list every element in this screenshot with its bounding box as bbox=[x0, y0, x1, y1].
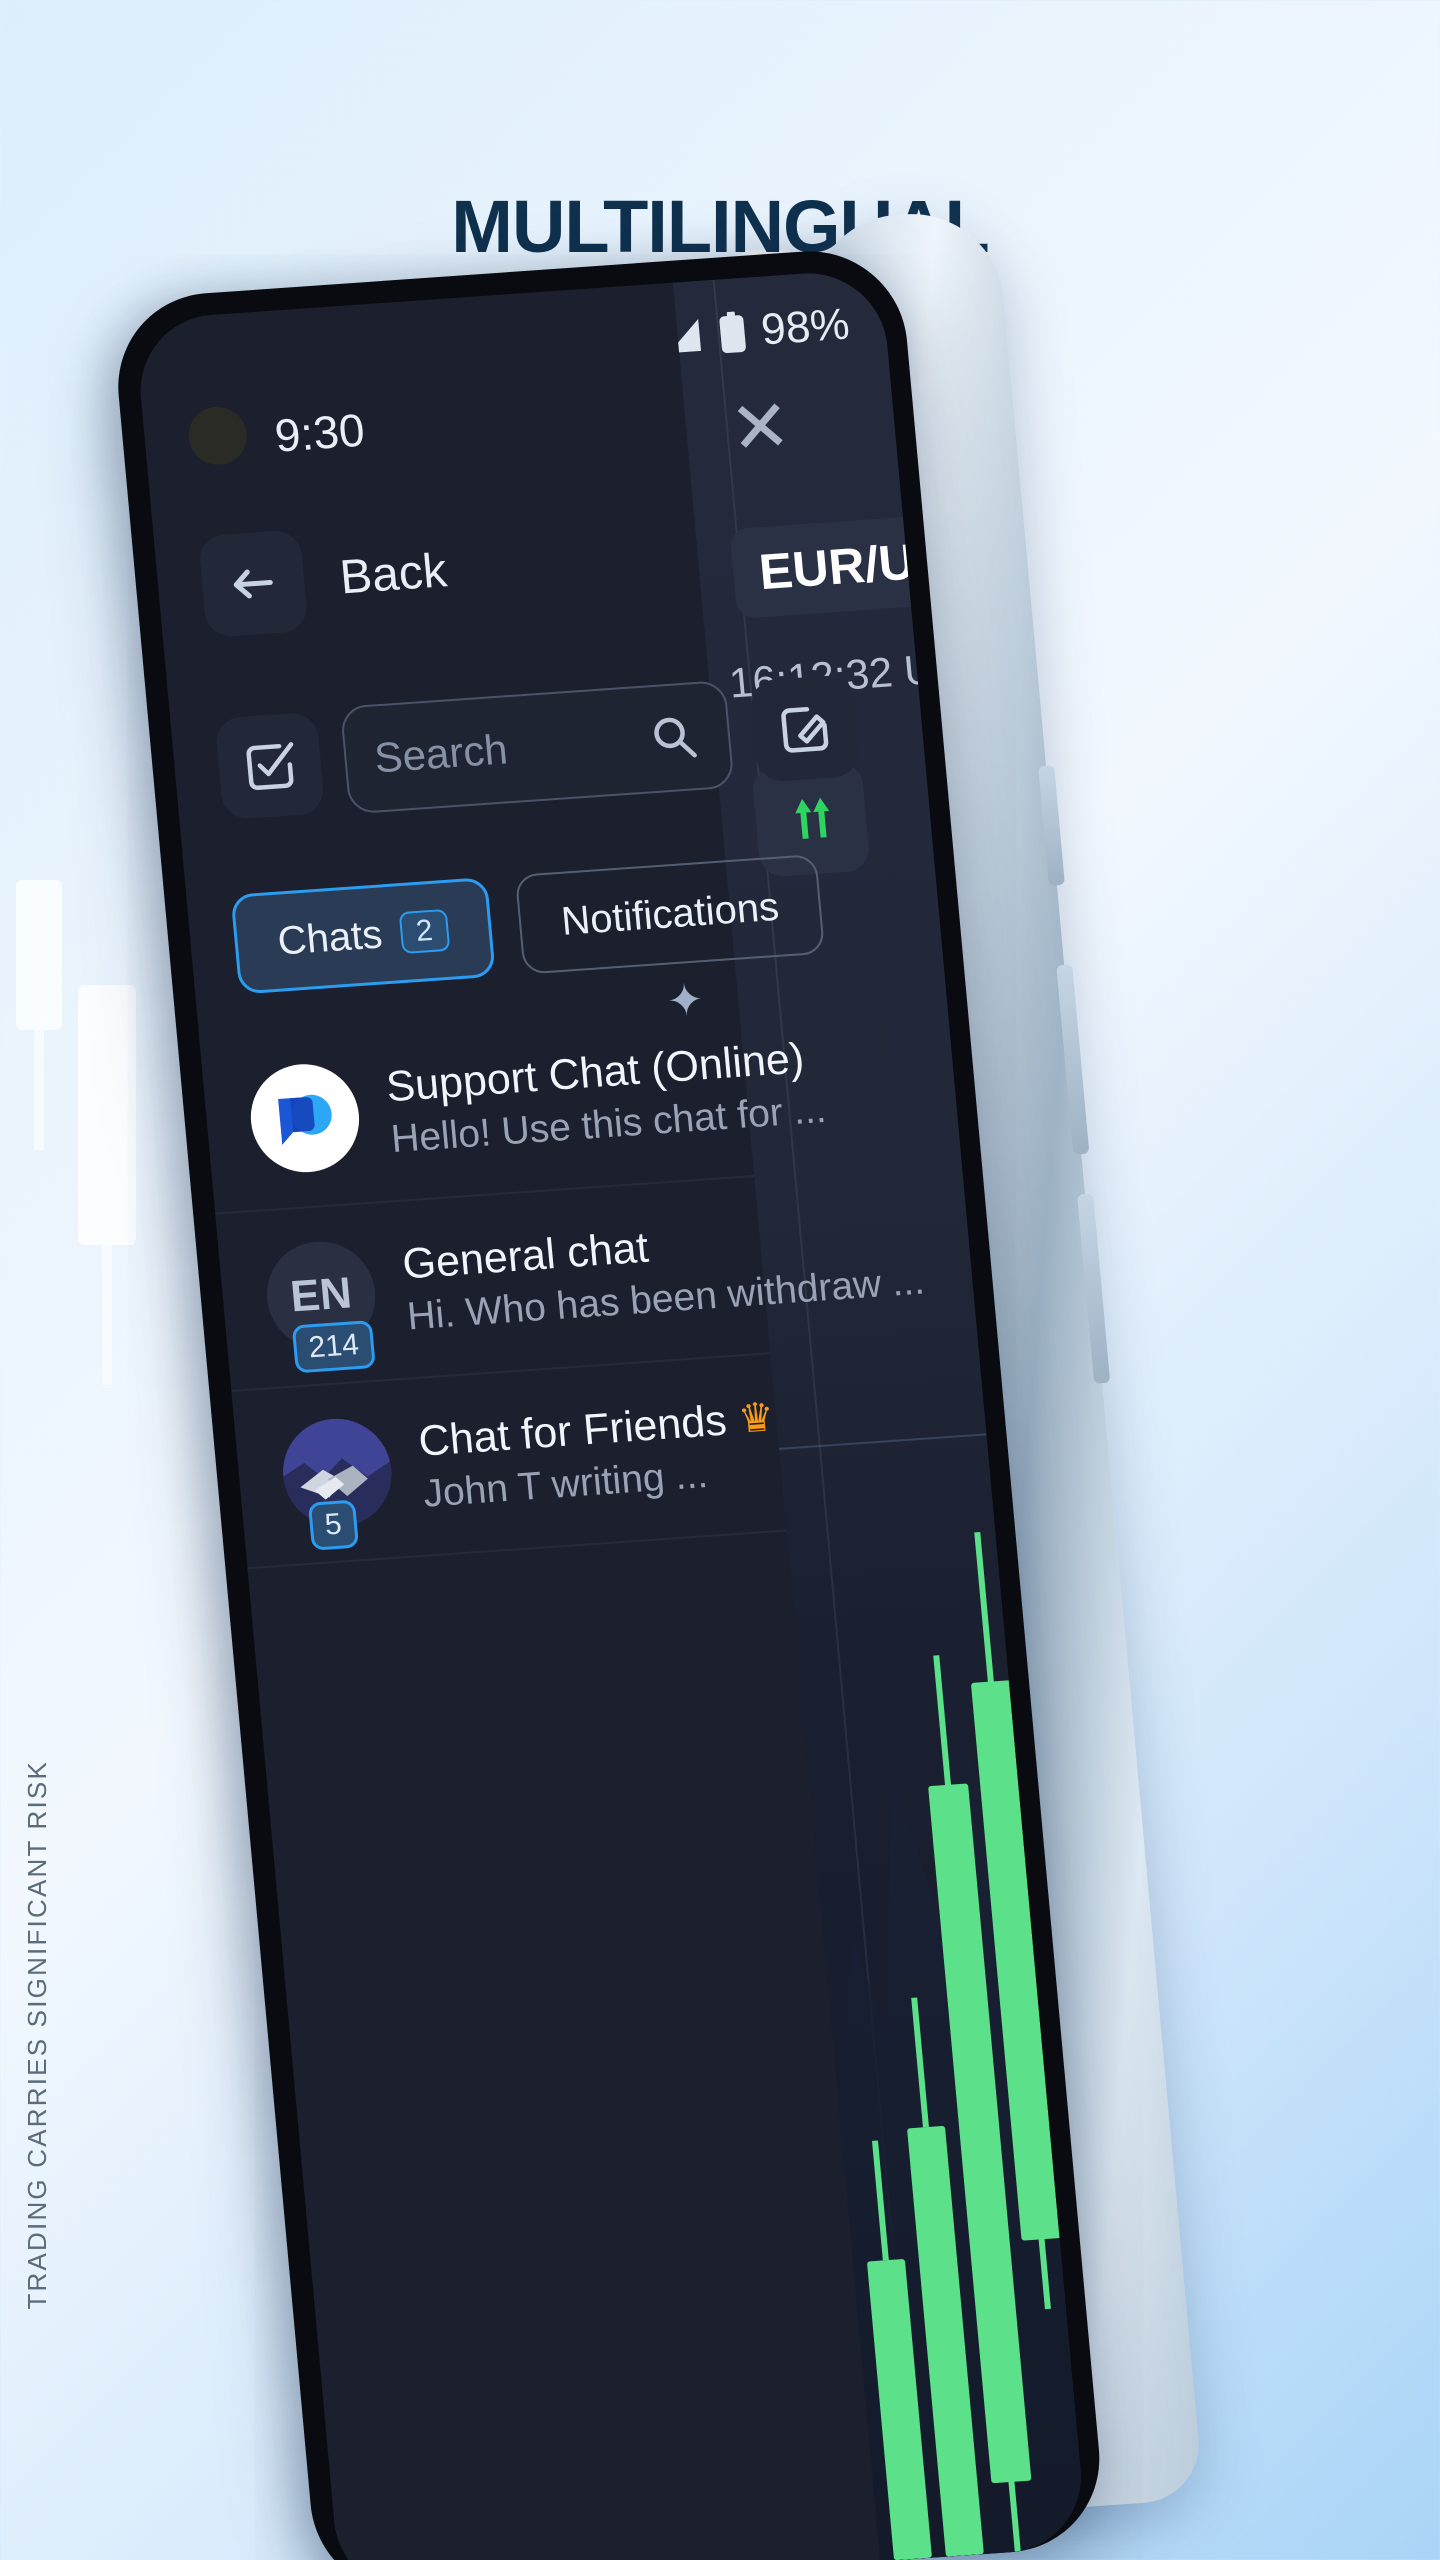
decor-candle bbox=[16, 880, 62, 1150]
search-placeholder: Search bbox=[372, 725, 510, 782]
phone-power-button[interactable] bbox=[1038, 765, 1065, 886]
edit-square-icon bbox=[781, 707, 829, 753]
tab-chats[interactable]: Chats 2 bbox=[230, 876, 497, 995]
search-icon[interactable] bbox=[646, 710, 703, 765]
check-square-icon bbox=[246, 742, 294, 791]
phone-volume-down-button[interactable] bbox=[1077, 1193, 1111, 1384]
unread-badge: 214 bbox=[291, 1320, 376, 1374]
crown-icon: ♛ bbox=[736, 1395, 777, 1442]
search-input[interactable]: Search bbox=[339, 679, 735, 815]
battery-icon bbox=[719, 311, 746, 354]
header-back-row: Back bbox=[197, 519, 451, 638]
tab-chats-badge: 2 bbox=[398, 908, 451, 955]
chat-text: Chat for Friends ♛ John T writing ... bbox=[417, 1395, 777, 1516]
front-camera-punch-hole bbox=[186, 404, 250, 467]
tab-notifications[interactable]: Notifications bbox=[514, 853, 826, 975]
support-chat-logo bbox=[246, 1060, 364, 1176]
chat-title-text: General chat bbox=[400, 1223, 651, 1289]
list-item[interactable]: 5 Chat for Friends ♛ John T writing ... bbox=[231, 1354, 787, 1570]
sparkle-icon: ✦ bbox=[664, 975, 707, 1027]
select-mode-button[interactable] bbox=[214, 711, 326, 821]
back-label: Back bbox=[337, 543, 449, 604]
clock-label: 9:30 bbox=[272, 403, 367, 462]
phone-mockup: ✕ EUR/USD 16:12:32 UTC 98% 9:30 Back Sea… bbox=[110, 208, 1399, 2560]
tab-notifications-label: Notifications bbox=[559, 884, 781, 944]
avatar: EN 214 bbox=[262, 1237, 380, 1374]
tab-chats-label: Chats bbox=[275, 912, 385, 964]
avatar bbox=[246, 1060, 364, 1176]
risk-disclaimer: TRADING CARRIES SIGNIFICANT RISK bbox=[22, 1760, 52, 2310]
compose-button[interactable] bbox=[749, 674, 861, 783]
back-button[interactable] bbox=[197, 529, 309, 638]
chat-text: General chat Hi. Who has been withdraw .… bbox=[400, 1217, 926, 1338]
battery-percentage: 98% bbox=[759, 299, 852, 355]
unread-badge: 5 bbox=[307, 1499, 359, 1551]
chat-list: ✦ Support Chat (Online) Hello! Use this … bbox=[199, 975, 926, 1570]
arrow-left-icon bbox=[233, 569, 273, 599]
decor-candle bbox=[78, 985, 136, 1385]
close-icon[interactable]: ✕ bbox=[726, 383, 794, 471]
phone-volume-up-button[interactable] bbox=[1056, 964, 1090, 1155]
avatar: 5 bbox=[278, 1415, 396, 1551]
chat-text: Support Chat (Online) Hello! Use this ch… bbox=[384, 1034, 828, 1161]
